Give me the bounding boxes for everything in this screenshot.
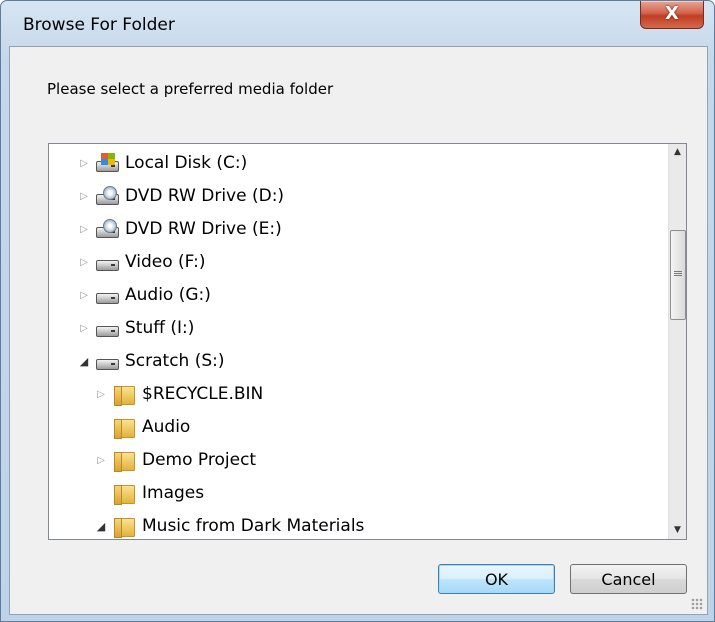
tree-item-demo-project[interactable]: ▷ Demo Project <box>94 445 256 475</box>
close-icon: X <box>665 3 679 24</box>
tree-item-audio[interactable]: Audio <box>94 412 190 442</box>
hard-drive-icon <box>95 351 119 371</box>
title-bar[interactable]: Browse For Folder X <box>1 1 714 45</box>
tree-item-label: Demo Project <box>142 450 257 470</box>
tree-item-recycle-bin[interactable]: ▷ $RECYCLE.BIN <box>94 379 263 409</box>
prompt-text: Please select a preferred media folder <box>47 80 334 98</box>
hard-drive-icon <box>95 318 119 338</box>
tree-item-audio-g[interactable]: ▷ Audio (G:) <box>77 280 211 310</box>
hard-drive-icon <box>95 252 119 272</box>
windows-drive-icon <box>95 153 119 173</box>
tree-item-stuff-i[interactable]: ▷ Stuff (I:) <box>77 313 194 343</box>
expand-arrow-icon[interactable]: ▷ <box>77 191 91 202</box>
tree-item-label: DVD RW Drive (E:) <box>125 219 282 239</box>
tree-item-label: Scratch (S:) <box>125 351 225 371</box>
grip-icon <box>674 271 682 277</box>
expand-arrow-icon[interactable]: ▷ <box>77 257 91 268</box>
folder-icon <box>112 450 136 472</box>
tree-item-label: DVD RW Drive (D:) <box>125 186 285 206</box>
expand-arrow-icon[interactable]: ▷ <box>77 224 91 235</box>
cancel-button[interactable]: Cancel <box>570 564 687 594</box>
expand-arrow-icon[interactable]: ▷ <box>77 290 91 301</box>
dialog-window: Browse For Folder X Please select a pref… <box>0 0 715 622</box>
tree-item-local-disk-c[interactable]: ▷ Local Disk (C:) <box>77 148 247 178</box>
tree-item-label: Music from Dark Materials <box>142 516 365 536</box>
expand-arrow-icon[interactable]: ▷ <box>77 323 91 334</box>
tree-item-images[interactable]: Images <box>94 478 204 508</box>
tree-item-label: Audio (G:) <box>125 285 211 305</box>
collapse-arrow-icon[interactable]: ◢ <box>77 355 91 368</box>
tree-item-video-f[interactable]: ▷ Video (F:) <box>77 247 205 277</box>
ok-button[interactable]: OK <box>438 564 555 594</box>
tree-item-label: Audio <box>142 417 191 437</box>
tree-item-music-from-dark-materials[interactable]: ◢ Music from Dark Materials <box>94 511 365 539</box>
scroll-up-arrow-icon[interactable]: ▲ <box>669 144 686 161</box>
folder-icon <box>112 483 136 505</box>
scrollbar-thumb[interactable] <box>670 230 686 320</box>
dvd-drive-icon <box>95 219 119 239</box>
dvd-drive-icon <box>95 186 119 206</box>
tree-item-dvd-e[interactable]: ▷ DVD RW Drive (E:) <box>77 214 282 244</box>
expand-arrow-icon[interactable]: ▷ <box>94 389 108 400</box>
vertical-scrollbar[interactable]: ▲ ▼ <box>668 144 686 539</box>
folder-tree[interactable]: ▷ Local Disk (C:) ▷ DVD RW Drive (D:) ▷ … <box>48 143 687 540</box>
window-title: Browse For Folder <box>23 15 175 35</box>
dialog-body: Please select a preferred media folder ▷… <box>9 46 708 615</box>
tree-item-scratch-s[interactable]: ◢ Scratch (S:) <box>77 346 225 376</box>
tree-item-label: Video (F:) <box>125 252 206 272</box>
tree-item-label: $RECYCLE.BIN <box>142 384 264 404</box>
folder-icon <box>112 417 136 439</box>
close-button[interactable]: X <box>640 1 704 29</box>
expand-arrow-icon[interactable]: ▷ <box>94 455 108 466</box>
collapse-arrow-icon[interactable]: ◢ <box>94 520 108 533</box>
tree-item-dvd-d[interactable]: ▷ DVD RW Drive (D:) <box>77 181 284 211</box>
tree-item-label: Stuff (I:) <box>125 318 195 338</box>
folder-icon <box>112 516 136 538</box>
tree-item-label: Images <box>142 483 205 503</box>
expand-arrow-icon[interactable]: ▷ <box>77 158 91 169</box>
tree-item-label: Local Disk (C:) <box>125 153 248 173</box>
folder-icon <box>112 384 136 406</box>
resize-grip-icon[interactable] <box>691 598 703 610</box>
scroll-down-arrow-icon[interactable]: ▼ <box>669 522 686 539</box>
hard-drive-icon <box>95 285 119 305</box>
